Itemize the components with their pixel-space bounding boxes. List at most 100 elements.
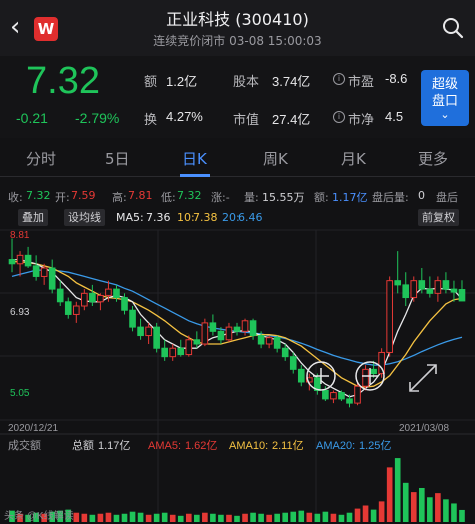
after-hours-volume-value: 0 (418, 189, 425, 202)
candle-body (225, 326, 233, 341)
search-icon[interactable] (441, 16, 465, 40)
crosshair-circle-icon[interactable] (306, 361, 336, 391)
volume-bar (210, 513, 216, 522)
candle (32, 255, 40, 281)
candle-body (442, 280, 450, 290)
candle (450, 280, 458, 302)
axis-labels: 8.81 6.93 5.05 2020/12/21 2021/03/08 成交额 总额 1.1… (4, 230, 449, 522)
open-value: 7.59 (71, 189, 96, 202)
high-label: 高: (112, 191, 127, 204)
candle (233, 322, 241, 336)
candle-body (8, 259, 16, 265)
price-change-pct: -2.79% (75, 110, 120, 126)
ma-toolbar: 叠加 设均线 MA5: 7.36 10: 7.38 20: 6.46 前复权 (0, 208, 475, 228)
tab-weekly-k[interactable]: 周K (263, 148, 288, 169)
period-tabs: 分时 5日 日K 周K 月K 更多 (0, 143, 475, 177)
candle (153, 322, 160, 353)
close-value: 7.32 (26, 189, 51, 202)
candle (386, 276, 393, 357)
candle (330, 390, 337, 404)
candle (201, 318, 209, 347)
tab-monthly-k[interactable]: 月K (341, 148, 366, 169)
candle-body (450, 288, 458, 293)
adjust-forward-button[interactable]: 前复权 (418, 209, 459, 226)
expand-diagonal-icon[interactable] (409, 364, 437, 392)
overlay-button[interactable]: 叠加 (18, 209, 48, 226)
volume-value: 15.55万 (262, 191, 305, 204)
candle-body (40, 267, 48, 277)
candle (193, 331, 201, 349)
candle-body (249, 320, 257, 337)
amount-value: 1.17亿 (332, 191, 368, 204)
candle-body (48, 267, 56, 290)
volume-bar (242, 513, 248, 522)
volume-total-value: 1.17亿 (98, 439, 130, 452)
volume-bar (234, 515, 240, 522)
volume-bar (113, 514, 120, 522)
pe-label: 市盈 (348, 75, 375, 90)
ma5-label: MA5: (116, 211, 144, 224)
candle-body (24, 254, 32, 267)
candle-body (185, 339, 193, 356)
volume-bar (427, 497, 433, 522)
volume-bar (435, 493, 441, 522)
candle-body (370, 368, 377, 375)
info-icon[interactable]: i (333, 111, 345, 123)
candle-body (338, 392, 345, 400)
candle-body (177, 347, 185, 356)
candle-body (145, 326, 152, 337)
candle (129, 306, 136, 332)
market-status: 连续竞价闭市 03-08 15:00:03 (153, 34, 322, 48)
super-orderbook-button[interactable]: 超级 盘口 ⌄ (421, 70, 469, 126)
ma-settings-button[interactable]: 设均线 (64, 209, 105, 226)
candle-body (394, 280, 402, 286)
candle-body (201, 322, 209, 345)
candle-body (121, 297, 128, 311)
candle (56, 280, 64, 306)
tab-daily-k[interactable]: 日K (182, 148, 207, 169)
candle-body (426, 288, 434, 294)
candle (16, 251, 24, 277)
volume-label: 成交额 (8, 438, 41, 452)
volume-bar (370, 509, 377, 522)
kline-chart[interactable]: 8.81 6.93 5.05 2020/12/21 2021/03/08 成交额 总额 1.1… (0, 226, 475, 524)
tab-intraday[interactable]: 分时 (26, 148, 56, 169)
candle-body (169, 347, 177, 358)
candle-body (153, 326, 160, 349)
ohlc-row: 收: 7.32 开: 7.59 高: 7.81 低: 7.32 涨:- 量: 1… (0, 189, 475, 207)
candle-body (322, 389, 329, 400)
tab-more[interactable]: 更多 (418, 148, 448, 169)
candle-body (297, 368, 305, 383)
candle-body (346, 398, 353, 404)
ama5-value: 1.62亿 (185, 439, 217, 452)
candle (145, 322, 152, 344)
volume-bar (330, 513, 337, 522)
candle (225, 322, 233, 342)
candle (434, 276, 442, 302)
candle-body (16, 254, 24, 265)
volume-bar (386, 467, 393, 522)
candle (362, 365, 369, 391)
volume-bar (81, 513, 88, 522)
candle (394, 251, 402, 294)
candle (137, 318, 144, 340)
volume-bar (282, 512, 289, 522)
amount-label: 额: (314, 191, 329, 204)
x-tick-label: 2020/12/21 (8, 423, 58, 434)
candle-body (217, 330, 225, 341)
y-tick-label: 6.93 (10, 307, 30, 318)
last-price: 7.32 (26, 60, 100, 102)
candle-body (458, 289, 466, 302)
high-value: 7.81 (128, 189, 153, 202)
tab-5day[interactable]: 5日 (105, 148, 130, 169)
candle-body (273, 337, 281, 349)
crosshair-circle-icon[interactable] (355, 361, 385, 391)
candle-body (281, 347, 289, 358)
info-icon[interactable]: i (333, 73, 345, 85)
candle (297, 365, 305, 387)
candle-body (257, 335, 265, 345)
low-label: 低: (161, 191, 176, 204)
candle (410, 276, 418, 302)
volume-bar (346, 512, 353, 522)
volume-bar (258, 513, 264, 522)
